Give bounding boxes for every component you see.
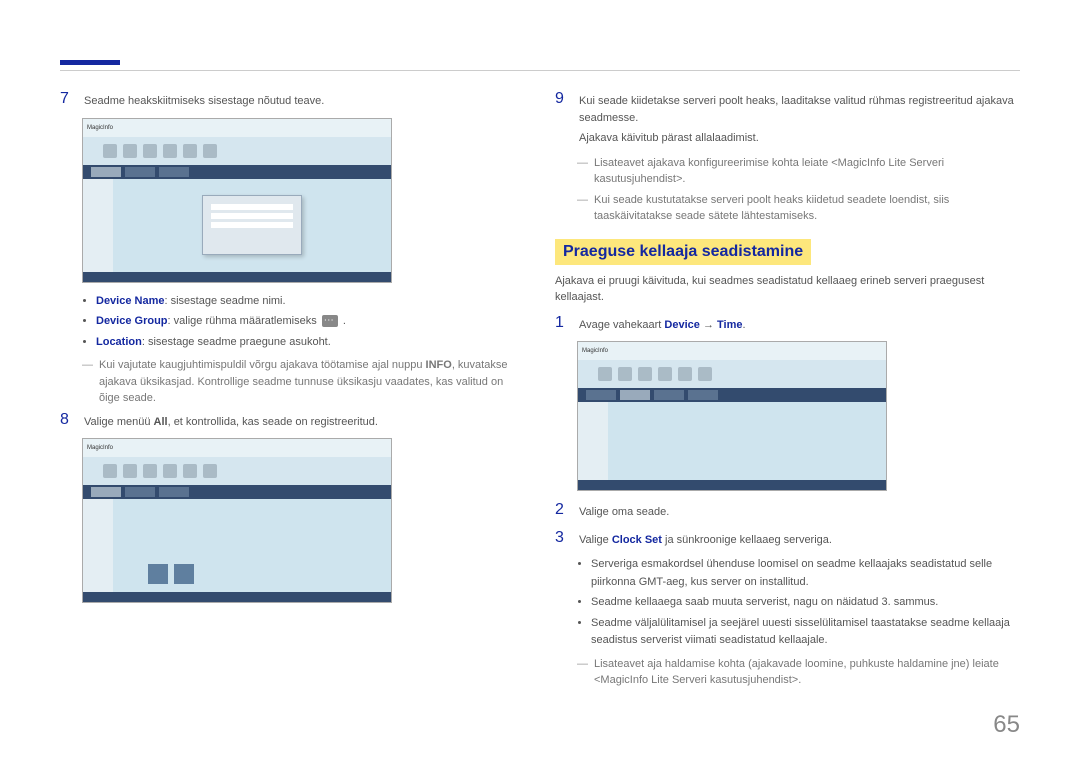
note-text: Kui vajutate kaugjuhtimispuldil võrgu aj… <box>99 357 525 407</box>
note-9b: ― Kui seade kustutatakse serveri poolt h… <box>577 192 1020 225</box>
note-text: Lisateavet aja haldamise kohta (ajakavad… <box>594 656 1020 689</box>
step-1: 1 Avage vahekaart Device → Time. <box>555 314 1020 334</box>
right-column: 9 Kui seade kiidetakse serveri poolt hea… <box>555 90 1020 693</box>
bullet-3c: Seadme väljalülitamisel ja seejärel uues… <box>591 615 1020 650</box>
step-text: Kui seade kiidetakse serveri poolt heaks… <box>579 90 1020 147</box>
bullet-device-group: Device Group: valige rühma määratlemisek… <box>96 313 525 331</box>
screenshot-logo: MagicInfo <box>87 125 113 131</box>
step-number: 1 <box>555 314 569 332</box>
bullet-3b: Seadme kellaaega saab muuta serverist, n… <box>591 594 1020 612</box>
bullet-device-name: Device Name: sisestage seadme nimi. <box>96 293 525 311</box>
step-text: Seadme heakskiitmiseks sisestage nõutud … <box>84 90 324 110</box>
section-intro: Ajakava ei pruugi käivituda, kui seadmes… <box>555 273 1020 306</box>
header-divider <box>60 70 1020 71</box>
page-number: 65 <box>993 711 1020 739</box>
bullet-3a: Serveriga esmakordsel ühenduse loomisel … <box>591 556 1020 591</box>
left-column: 7 Seadme heakskiitmiseks sisestage nõutu… <box>60 90 525 693</box>
step-9: 9 Kui seade kiidetakse serveri poolt hea… <box>555 90 1020 147</box>
note-text: Lisateavet ajakava konfigureerimise koht… <box>594 155 1020 188</box>
note-text: Kui seade kustutatakse serveri poolt hea… <box>594 192 1020 225</box>
note-dash: ― <box>82 357 93 407</box>
note-step3: ― Lisateavet aja haldamise kohta (ajakav… <box>577 656 1020 689</box>
step-2: 2 Valige oma seade. <box>555 501 1020 521</box>
location-label: Location <box>96 336 142 348</box>
device-name-label: Device Name <box>96 295 165 307</box>
step-8: 8 Valige menüü All, et kontrollida, kas … <box>60 411 525 431</box>
bullet-location: Location: sisestage seadme praegune asuk… <box>96 334 525 352</box>
note-dash: ― <box>577 656 588 689</box>
step-number: 7 <box>60 90 74 108</box>
step-text: Valige Clock Set ja sünkroonige kellaaeg… <box>579 529 832 549</box>
step7-bullets: Device Name: sisestage seadme nimi. Devi… <box>82 293 525 352</box>
screenshot-step1: MagicInfo <box>577 341 887 491</box>
screenshot-step8: MagicInfo <box>82 438 392 603</box>
step-7: 7 Seadme heakskiitmiseks sisestage nõutu… <box>60 90 525 110</box>
screenshot-logo: MagicInfo <box>87 445 113 451</box>
header-accent-bar <box>60 60 120 65</box>
step-text: Valige oma seade. <box>579 501 669 521</box>
device-name-text: : sisestage seadme nimi. <box>165 295 286 307</box>
step-number: 9 <box>555 90 569 108</box>
step-number: 3 <box>555 529 569 547</box>
device-group-label: Device Group <box>96 315 168 327</box>
step-3: 3 Valige Clock Set ja sünkroonige kellaa… <box>555 529 1020 549</box>
device-group-text: : valige rühma määratlemiseks <box>168 315 320 327</box>
more-icon <box>322 315 338 327</box>
note-step7: ― Kui vajutate kaugjuhtimispuldil võrgu … <box>82 357 525 407</box>
step-number: 2 <box>555 501 569 519</box>
step-text: Avage vahekaart Device → Time. <box>579 314 746 334</box>
two-column-layout: 7 Seadme heakskiitmiseks sisestage nõutu… <box>60 90 1020 693</box>
screenshot-step7: MagicInfo <box>82 118 392 283</box>
note-dash: ― <box>577 155 588 188</box>
screenshot-logo: MagicInfo <box>582 348 608 354</box>
step-text: Valige menüü All, et kontrollida, kas se… <box>84 411 378 431</box>
step-number: 8 <box>60 411 74 429</box>
location-text: : sisestage seadme praegune asukoht. <box>142 336 331 348</box>
note-9a: ― Lisateavet ajakava konfigureerimise ko… <box>577 155 1020 188</box>
note-dash: ― <box>577 192 588 225</box>
section-heading: Praeguse kellaaja seadistamine <box>555 239 811 265</box>
step3-bullets: Serveriga esmakordsel ühenduse loomisel … <box>577 556 1020 650</box>
